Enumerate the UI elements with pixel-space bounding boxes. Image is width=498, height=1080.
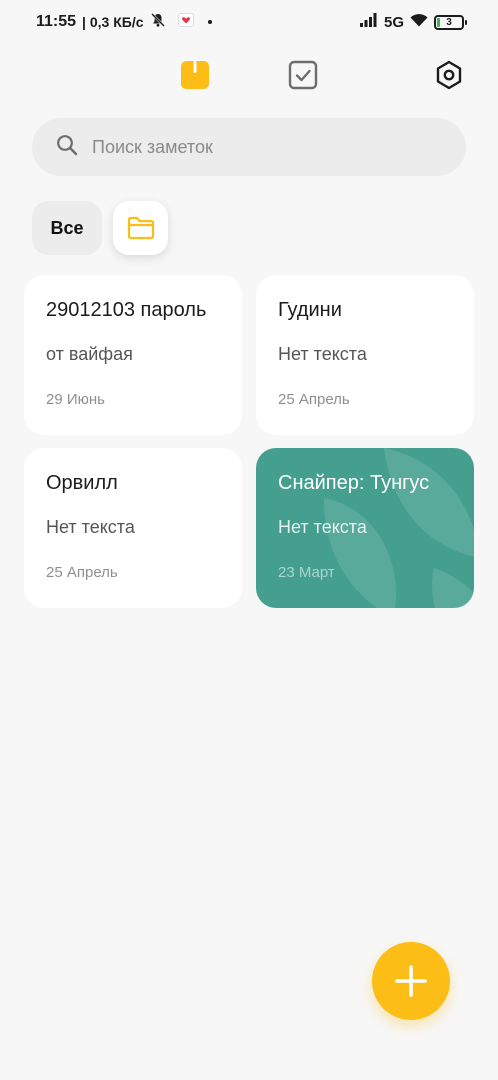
battery-fill: [437, 17, 440, 27]
note-card-teal[interactable]: Снайпер: Тунгус Нет текста 23 Март: [256, 448, 474, 608]
note-card[interactable]: 29012103 пароль от вайфая 29 Июнь: [24, 275, 242, 435]
tab-notes[interactable]: [180, 60, 210, 90]
tasks-icon: [288, 60, 318, 90]
bell-muted-icon: [150, 12, 166, 32]
note-title: Снайпер: Тунгус: [278, 472, 430, 494]
note-card[interactable]: Орвилл Нет текста 25 Апрель: [24, 448, 242, 608]
filter-all-button[interactable]: Все: [32, 201, 102, 255]
note-date: 23 Март: [278, 564, 335, 581]
note-body: Нет текста: [278, 344, 367, 364]
more-notifications-dot: [207, 20, 212, 24]
note-card[interactable]: Гудини Нет текста 25 Апрель: [256, 275, 474, 435]
note-title: Гудини: [278, 299, 342, 321]
status-right: 5G 3: [359, 13, 467, 31]
note-body: Нет текста: [278, 517, 367, 537]
notes-icon: [181, 61, 209, 89]
network-type: 5G: [383, 13, 404, 31]
note-title: Орвилл: [46, 472, 118, 494]
notification-app-icon: [177, 13, 194, 31]
settings-icon: [436, 60, 462, 90]
search-input[interactable]: [92, 136, 422, 158]
tab-tasks[interactable]: [288, 60, 318, 90]
settings-button[interactable]: [434, 60, 464, 90]
signal-icon: [359, 13, 378, 31]
folder-icon: [127, 216, 154, 240]
note-date: 25 Апрель: [46, 564, 118, 581]
status-bar: 11:55 | 0,3 КБ/с 5G 3: [0, 0, 498, 44]
battery-icon: 3: [434, 14, 467, 30]
wifi-icon: [410, 13, 428, 31]
plus-icon: [395, 965, 427, 997]
note-title: 29012103 пароль: [46, 299, 207, 321]
network-speed: | 0,3 КБ/с: [82, 14, 144, 30]
note-body: Нет текста: [46, 517, 135, 537]
top-bar: [0, 50, 498, 100]
status-left: 11:55 | 0,3 КБ/с: [36, 12, 212, 32]
folders-button[interactable]: [113, 201, 168, 255]
battery-level: 3: [446, 16, 452, 28]
note-date: 29 Июнь: [46, 391, 105, 408]
note-body: от вайфая: [46, 344, 133, 364]
search-bar[interactable]: [32, 118, 466, 176]
add-note-button[interactable]: [372, 942, 450, 1020]
status-time: 11:55: [36, 13, 77, 30]
filter-all-label: Все: [50, 217, 84, 238]
search-icon: [56, 134, 78, 161]
note-date: 25 Апрель: [278, 391, 350, 408]
